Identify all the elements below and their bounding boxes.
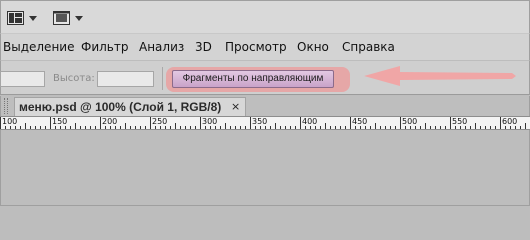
document-tab[interactable]: меню.psd @ 100% (Слой 1, RGB/8) ×	[14, 97, 246, 116]
ruler-label: 300	[202, 117, 218, 126]
horizontal-ruler: 100 150 200 250 300 350 400 450 500 550 …	[0, 116, 530, 130]
screen-mode-icon[interactable]	[53, 11, 71, 30]
ruler-label: 400	[302, 117, 318, 126]
ruler-label: 500	[402, 117, 418, 126]
dropdown-arrow-icon[interactable]	[29, 16, 37, 21]
ruler-label: 350	[252, 117, 268, 126]
menu-view[interactable]: Просмотр	[225, 40, 287, 54]
height-field[interactable]	[97, 71, 154, 87]
dropdown-arrow-icon[interactable]	[75, 16, 83, 21]
separator	[162, 67, 163, 90]
menu-filter[interactable]: Фильтр	[81, 40, 128, 54]
ruler-label: 150	[52, 117, 68, 126]
menu-bar: Выделение Фильтр Анализ 3D Просмотр Окно…	[0, 34, 530, 60]
document-tab-bar: меню.psd @ 100% (Слой 1, RGB/8) ×	[0, 96, 530, 116]
ruler-label: 200	[102, 117, 118, 126]
menu-select[interactable]: Выделение	[3, 40, 74, 54]
width-field[interactable]	[0, 71, 45, 87]
menu-help[interactable]: Справка	[342, 40, 395, 54]
arrange-documents-icon[interactable]	[7, 11, 25, 30]
pointing-arrow-icon	[364, 64, 524, 92]
ruler-label: 100	[2, 117, 18, 126]
document-title: меню.psd @ 100% (Слой 1, RGB/8)	[19, 100, 222, 114]
canvas-area[interactable]	[0, 130, 530, 206]
tab-grip[interactable]	[4, 98, 8, 114]
ruler-label: 550	[452, 117, 468, 126]
menu-3d[interactable]: 3D	[195, 40, 212, 54]
close-icon[interactable]: ×	[231, 100, 240, 113]
ruler-label: 600	[502, 117, 518, 126]
menu-window[interactable]: Окно	[297, 40, 329, 54]
slices-from-guides-button[interactable]: Фрагменты по направляющим	[172, 70, 334, 88]
ruler-label: 450	[352, 117, 368, 126]
menu-analysis[interactable]: Анализ	[139, 40, 184, 54]
height-label: Высота:	[53, 73, 95, 84]
ruler-label: 250	[152, 117, 168, 126]
application-bar	[0, 0, 530, 34]
